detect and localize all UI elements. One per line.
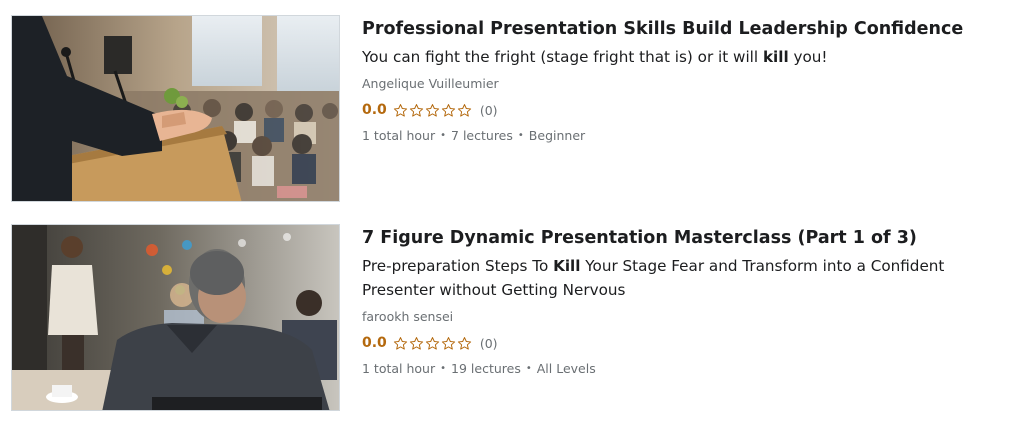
- headline-text: you!: [788, 48, 828, 66]
- star-outline-icon: [441, 336, 455, 350]
- course-thumbnail[interactable]: [11, 224, 340, 411]
- course-meta: 1 total hour • 7 lectures • Beginner: [362, 128, 1002, 144]
- headline-keyword: Kill: [553, 257, 581, 275]
- course-level: Beginner: [528, 128, 586, 143]
- course-level: All Levels: [536, 361, 596, 376]
- star-outline-icon: [441, 103, 455, 117]
- star-outline-icon: [393, 336, 407, 350]
- rating-stars: [393, 336, 472, 351]
- star-outline-icon: [457, 103, 471, 117]
- course-info: Professional Presentation Skills Build L…: [362, 17, 1002, 144]
- meta-separator: •: [440, 363, 447, 374]
- star-outline-icon: [425, 103, 439, 117]
- rating-count: (0): [479, 335, 498, 351]
- course-headline: You can fight the fright (stage fright t…: [362, 45, 1002, 69]
- rating-count: (0): [479, 102, 498, 118]
- course-thumbnail[interactable]: [11, 15, 340, 202]
- star-outline-icon: [393, 103, 407, 117]
- course-author: Angelique Vuilleumier: [362, 76, 499, 91]
- course-title[interactable]: Professional Presentation Skills Build L…: [362, 17, 1002, 41]
- course-card[interactable]: 7 Figure Dynamic Presentation Masterclas…: [0, 224, 1024, 414]
- headline-text: You can fight the fright (stage fright t…: [362, 48, 763, 66]
- meta-separator: •: [517, 130, 524, 141]
- headline-text: Pre-preparation Steps To: [362, 257, 554, 275]
- course-duration: 1 total hour: [362, 361, 436, 376]
- rating-stars: [393, 103, 472, 118]
- rating-row: 0.0 (0): [362, 333, 1002, 353]
- course-meta: 1 total hour • 19 lectures • All Levels: [362, 361, 1002, 377]
- course-info: 7 Figure Dynamic Presentation Masterclas…: [362, 226, 1002, 377]
- rating-row: 0.0 (0): [362, 100, 1002, 120]
- course-duration: 1 total hour: [362, 128, 436, 143]
- course-card[interactable]: Professional Presentation Skills Build L…: [0, 15, 1024, 205]
- meta-separator: •: [525, 363, 532, 374]
- star-outline-icon: [457, 336, 471, 350]
- star-outline-icon: [425, 336, 439, 350]
- rating-value: 0.0: [362, 335, 387, 351]
- course-lectures: 19 lectures: [451, 361, 521, 376]
- headline-keyword: kill: [762, 48, 789, 66]
- meta-separator: •: [440, 130, 447, 141]
- rating-value: 0.0: [362, 102, 387, 118]
- star-outline-icon: [409, 103, 423, 117]
- course-author: farookh sensei: [362, 309, 454, 324]
- course-headline: Pre-preparation Steps To Kill Your Stage…: [362, 254, 1002, 302]
- course-lectures: 7 lectures: [451, 128, 513, 143]
- star-outline-icon: [409, 336, 423, 350]
- course-title[interactable]: 7 Figure Dynamic Presentation Masterclas…: [362, 226, 1002, 250]
